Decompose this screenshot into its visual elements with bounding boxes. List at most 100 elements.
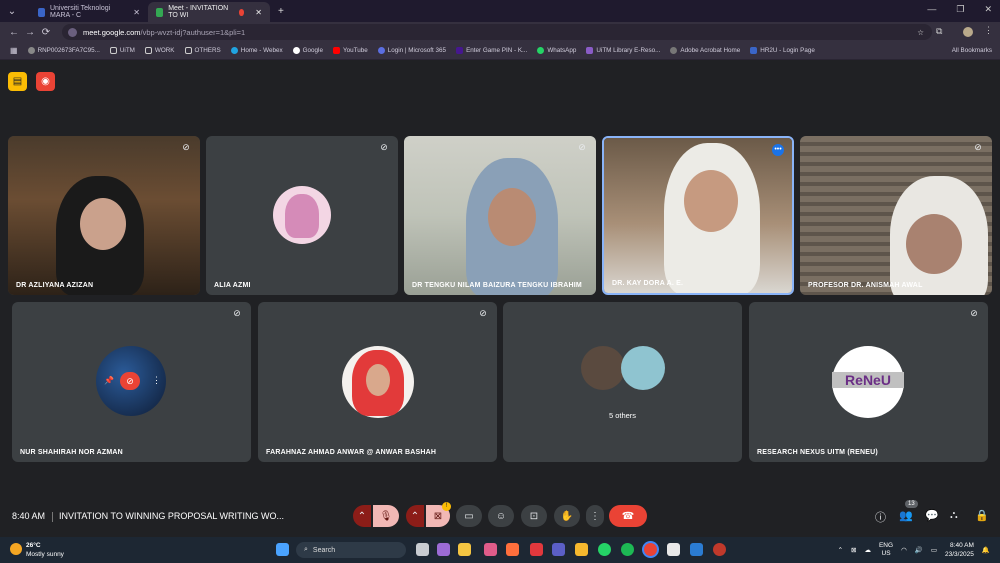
task-view-icon[interactable]: [416, 543, 429, 556]
bookmark-item[interactable]: RNP002673FA7C95...: [27, 47, 100, 54]
all-bookmarks-folder[interactable]: All Bookmarks: [952, 47, 992, 54]
forward-icon[interactable]: →: [22, 27, 38, 38]
language-indicator[interactable]: ENG US: [879, 542, 893, 558]
bookmark-item[interactable]: Home - Webex: [230, 47, 283, 54]
tab-uitm[interactable]: Universiti Teknologi MARA - C ✕: [30, 2, 148, 22]
host-controls-icon[interactable]: 🔒: [975, 509, 989, 522]
close-window-icon[interactable]: ✕: [984, 4, 992, 15]
url-input[interactable]: meet.google.com/vbp-wvzt-idj?authuser=1&…: [62, 24, 932, 40]
people-icon[interactable]: 👥: [899, 509, 913, 522]
bookmark-item[interactable]: Enter Game PIN - K...: [456, 47, 527, 54]
notification-icon[interactable]: 🔔: [982, 546, 990, 554]
tab-meet[interactable]: Meet - INVITATION TO WI ✕: [148, 2, 270, 22]
participant-tile[interactable]: ⊘ DR AZLIYANA AZIZAN: [8, 136, 200, 295]
participant-tile[interactable]: 📌 ⊘ ⋮ ⊘ NUR SHAHIRAH NOR AZMAN: [12, 302, 251, 462]
copilot-icon[interactable]: [437, 543, 450, 556]
file-explorer-icon[interactable]: [458, 543, 471, 556]
folder-icon: [144, 47, 152, 54]
chrome-icon[interactable]: [644, 543, 657, 556]
camera-off-icon: ⊠: [433, 510, 443, 522]
bookmark-star-icon[interactable]: ☆: [917, 28, 924, 37]
meeting-title: INVITATION TO WINNING PROPOSAL WRITING W…: [59, 511, 285, 521]
mic-off-icon[interactable]: ⊘: [120, 372, 140, 390]
tab-search-icon[interactable]: ⌄: [4, 6, 20, 17]
raise-hand-button[interactable]: ✋: [554, 505, 580, 527]
taskbar-search[interactable]: ⌕ Search: [296, 542, 406, 558]
more-options-icon[interactable]: ⋮: [152, 375, 161, 386]
profile-avatar[interactable]: [963, 27, 973, 37]
taskbar-clock[interactable]: 8:40 AM 23/3/2025: [945, 541, 974, 559]
bookmark-item[interactable]: Login | Microsoft 365: [377, 47, 446, 54]
wifi-icon[interactable]: ◠: [901, 546, 907, 554]
others-tile[interactable]: 5 others: [503, 302, 742, 462]
captions-button[interactable]: ▭: [456, 505, 482, 527]
participant-tile[interactable]: ⊘ FARAHNAZ AHMAD ANWAR @ ANWAR BASHAH: [258, 302, 497, 462]
weather-widget[interactable]: 26°C Mostly sunny: [10, 541, 64, 559]
onedrive-icon[interactable]: ☁: [864, 546, 871, 554]
start-windows-icon[interactable]: [276, 543, 289, 556]
emoji-button[interactable]: ☺: [488, 505, 514, 527]
participant-tile[interactable]: ⊘ ALIA AZMI: [206, 136, 398, 295]
apps-icon[interactable]: ▦: [10, 46, 18, 55]
meeting-clock: 8:40 AM: [12, 511, 46, 521]
participant-tile[interactable]: ⊘ PROFESOR DR. ANISMAH AWAL: [800, 136, 992, 295]
app-icon[interactable]: [667, 543, 680, 556]
participant-name: FARAHNAZ AHMAD ANWAR @ ANWAR BASHAH: [266, 449, 437, 456]
webex-icon: [230, 47, 238, 54]
bookmark-item[interactable]: HR2U - Login Page: [750, 47, 815, 54]
new-tab-button[interactable]: +: [278, 6, 284, 17]
tab-close-icon[interactable]: ✕: [133, 8, 140, 17]
back-icon[interactable]: ←: [6, 27, 22, 38]
word-icon[interactable]: [690, 543, 703, 556]
folder-icon[interactable]: [575, 543, 588, 556]
bookmark-item[interactable]: Google: [292, 47, 323, 54]
bookmark-folder[interactable]: OTHERS: [184, 47, 221, 54]
app-icon[interactable]: [484, 543, 497, 556]
bookmark-item[interactable]: UiTM Library E-Reso...: [586, 47, 660, 54]
menu-icon[interactable]: ⋮: [984, 25, 993, 36]
bookmark-item[interactable]: YouTube: [332, 47, 368, 54]
pin-icon[interactable]: 📌: [104, 376, 114, 385]
app-icon[interactable]: [530, 543, 543, 556]
participant-tile[interactable]: ⊘ DR TENGKU NILAM BAIZURA TENGKU IBRAHIM: [404, 136, 596, 295]
meeting-info-icon[interactable]: ⓘ: [875, 509, 886, 525]
present-button[interactable]: ⊡: [521, 505, 547, 527]
tab-close-icon[interactable]: ✕: [255, 8, 262, 17]
leave-call-button[interactable]: ☎: [609, 505, 647, 527]
chevron-up-icon[interactable]: ⌃: [838, 546, 843, 554]
recording-icon[interactable]: ◉: [36, 72, 55, 91]
restore-icon[interactable]: ❐: [956, 4, 964, 15]
extensions-icon[interactable]: ⧉: [936, 26, 942, 37]
folder-icon: [184, 47, 192, 54]
recording-indicator-icon: [238, 8, 245, 16]
participant-tile-active[interactable]: ••• DR. KAY DORA A. E.: [602, 136, 794, 295]
teams-icon[interactable]: [552, 543, 565, 556]
mic-off-icon: ⊘: [578, 142, 586, 152]
bookmark-folder[interactable]: UiTM: [109, 47, 135, 54]
bookmark-item[interactable]: WhatsApp: [537, 47, 576, 54]
bookmark-folder[interactable]: WORK: [144, 47, 175, 54]
participant-name: DR AZLIYANA AZIZAN: [16, 282, 94, 289]
minimize-icon[interactable]: —: [927, 4, 936, 15]
chat-icon[interactable]: 💬: [925, 509, 939, 522]
whatsapp-icon[interactable]: [598, 543, 611, 556]
spotify-icon[interactable]: [621, 543, 634, 556]
mic-toggle-button[interactable]: 🎙: [373, 505, 399, 527]
face: [366, 364, 390, 396]
bookmark-item[interactable]: Adobe Acrobat Home: [670, 47, 740, 54]
store-icon[interactable]: [506, 543, 519, 556]
more-options-button[interactable]: ⋮: [586, 505, 604, 527]
network-icon[interactable]: ⊠: [851, 546, 856, 554]
mic-off-icon: ⊘: [182, 142, 190, 152]
volume-icon[interactable]: 🔊: [915, 546, 923, 554]
more-options-icon[interactable]: •••: [772, 144, 784, 156]
participant-tile[interactable]: ReNeU ⊘ RESEARCH NEXUS UITM (RENEU): [749, 302, 988, 462]
battery-icon[interactable]: ▭: [931, 546, 937, 554]
site-info-icon[interactable]: [68, 27, 77, 37]
activities-icon[interactable]: ⛬: [950, 509, 958, 522]
audio-options-button[interactable]: ⌃: [353, 505, 371, 527]
captions-off-icon[interactable]: ▤: [8, 72, 27, 91]
media-player-icon[interactable]: [713, 543, 726, 556]
video-options-button[interactable]: ⌃: [406, 505, 424, 527]
reload-icon[interactable]: ⟳: [38, 27, 54, 38]
